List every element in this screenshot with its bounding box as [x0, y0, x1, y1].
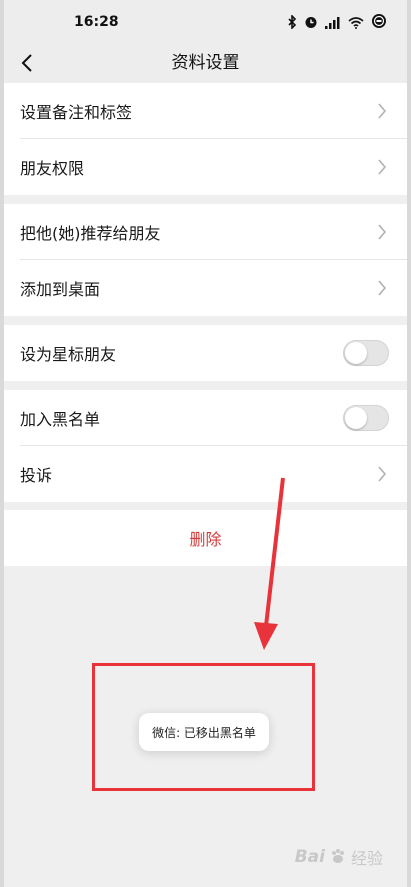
toast-message: 微信: 已移出黑名单: [139, 713, 269, 751]
paw-icon: [331, 849, 344, 863]
watermark-brand: Bai: [294, 847, 325, 867]
baidu-watermark: Bai 经验: [295, 845, 383, 869]
watermark-suffix: 经验: [350, 849, 383, 868]
